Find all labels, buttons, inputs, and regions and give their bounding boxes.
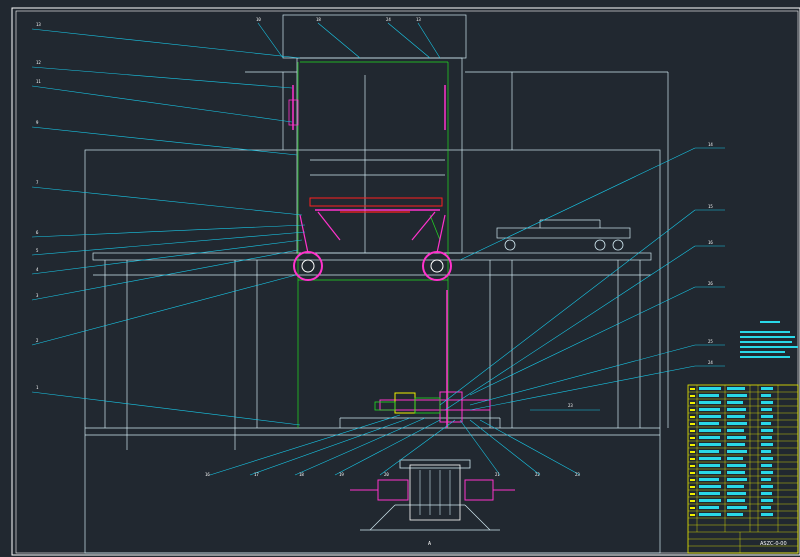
trolley-top xyxy=(309,197,443,207)
structure-outline xyxy=(84,14,669,554)
main-deck xyxy=(92,252,652,261)
title-block: ASZC-0-00 xyxy=(687,384,799,554)
callout-label: 16 xyxy=(708,240,713,245)
callout-label: 5 xyxy=(36,248,39,253)
guide-lines xyxy=(297,61,449,428)
callout-label: 3 xyxy=(36,293,39,298)
callout-label: 24 xyxy=(708,360,713,365)
callout-label: 12 xyxy=(36,60,41,65)
callout-label: 22 xyxy=(535,472,540,477)
callout-label: 23 xyxy=(575,472,580,477)
bottom-callouts: 16 17 18 19 20 21 22 23 xyxy=(205,472,580,477)
tech-notes xyxy=(740,321,798,358)
callout-label: 20 xyxy=(384,472,389,477)
parts-list-entries xyxy=(699,387,773,516)
callout-label: 14 xyxy=(708,142,713,147)
callout-label: 17 xyxy=(254,472,259,477)
section-detail xyxy=(350,459,515,521)
callout-label: 21 xyxy=(495,472,500,477)
drawing-frame-inner xyxy=(15,10,799,554)
callout-label: 23 xyxy=(568,403,573,408)
callout-label: 15 xyxy=(708,204,713,209)
callout-label: 19 xyxy=(339,472,344,477)
wheel-right xyxy=(422,251,452,281)
callout-label: 1 xyxy=(36,385,39,390)
callout-label: 11 xyxy=(36,79,41,84)
callout-label: 10 xyxy=(256,17,261,22)
drawing-number: ASZC-0-00 xyxy=(760,541,787,547)
upper-frame xyxy=(296,57,463,254)
section-mark: A xyxy=(428,541,431,547)
callout-label: 16 xyxy=(205,472,210,477)
callout-label: 26 xyxy=(708,281,713,286)
top-callouts: 10 18 24 13 xyxy=(256,17,421,22)
callout-label: 18 xyxy=(316,17,321,22)
callout-label: 2 xyxy=(36,338,39,343)
callout-label: 13 xyxy=(416,17,421,22)
callout-label: 24 xyxy=(386,17,391,22)
callout-label: 7 xyxy=(36,180,39,185)
cad-drawing-canvas: A 13 12 11 9 7 6 5 4 3 2 1 10 18 24 13 1… xyxy=(11,7,800,556)
callout-label: 18 xyxy=(299,472,304,477)
callout-label: 6 xyxy=(36,230,39,235)
callout-label: 13 xyxy=(36,22,41,27)
upper-tower xyxy=(282,14,467,59)
callout-label: 9 xyxy=(36,120,39,125)
callout-label: 25 xyxy=(708,339,713,344)
callout-label: 4 xyxy=(36,267,39,272)
left-callouts: 13 12 11 9 7 6 5 4 3 2 1 xyxy=(36,22,41,390)
